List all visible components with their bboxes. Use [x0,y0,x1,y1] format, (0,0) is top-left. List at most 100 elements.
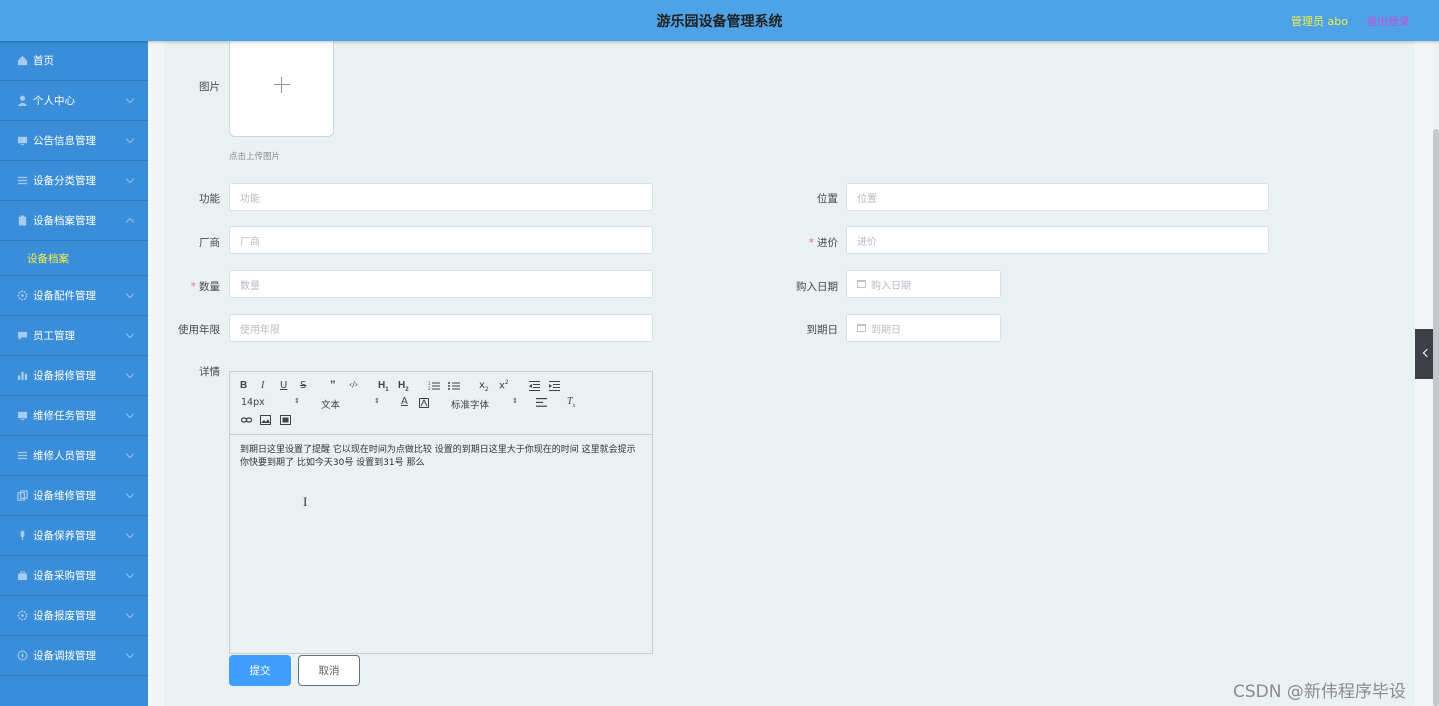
bullet-list-icon[interactable] [448,381,460,391]
expiry-date-label: 到期日 [806,324,839,336]
subscript-button[interactable]: x2 [479,380,489,393]
sidebar-item-repair-task[interactable]: 维修任务管理 [0,396,148,436]
calendar-icon [857,324,866,332]
briefcase-icon [17,571,28,581]
link-icon[interactable] [241,415,252,425]
superscript-button[interactable]: x2 [499,379,509,391]
sidebar-item-label: 设备维修管理 [33,490,96,502]
home-icon [17,55,28,66]
sidebar-item-notice[interactable]: 公告信息管理 [0,121,148,161]
sidebar-item-staff[interactable]: 员工管理 [0,316,148,356]
vendor-label: 厂商 [199,237,220,249]
font-family-select[interactable]: 标准字体 ⇕ [451,397,519,411]
chevron-left-icon [1422,348,1432,358]
purchase-date-picker[interactable]: 购入日期 [846,270,1001,298]
sidebar-item-transfer[interactable]: 设备调拨管理 [0,636,148,676]
editor-content[interactable]: 到期日这里设置了提醒 它以现在时间为点做比较 设置的到期日这里大于你现在的时间 … [240,444,642,470]
vendor-input[interactable]: 厂商 [229,226,653,254]
select-arrow-icon: ⇕ [374,397,380,405]
service-life-input[interactable]: 使用年限 [229,314,653,342]
scrollbar[interactable] [1433,41,1439,706]
copy-icon [17,490,28,501]
sidebar-item-label: 设备报修管理 [33,370,96,382]
chevron-down-icon [125,609,135,619]
blockquote-button[interactable]: ” [330,379,336,391]
list-icon [17,451,28,460]
clear-format-button[interactable]: Tx [567,396,575,409]
header2-button[interactable]: H2 [398,380,409,393]
sidebar-item-label: 员工管理 [33,330,75,342]
sidebar-item-label: 设备报废管理 [33,610,96,622]
sidebar-item-label: 首页 [33,55,54,67]
sidebar-item-purchase[interactable]: 设备采购管理 [0,556,148,596]
function-input[interactable]: 功能 [229,183,653,211]
ordered-list-icon[interactable]: 12 [428,381,440,391]
sidebar-item-repair[interactable]: 设备维修管理 [0,476,148,516]
sidebar-item-repair-staff[interactable]: 维修人员管理 [0,436,148,476]
form-panel: 图片 点击上传图片 功能 功能 位置 位置 厂商 厂商 * 进价 进价 * 数量 数… [164,41,1415,706]
text-cursor-icon: I [303,494,308,509]
scrollbar-thumb[interactable] [1433,129,1439,706]
background-color-icon[interactable] [419,398,429,408]
font-size-select[interactable]: 14px ⇕ [241,397,301,408]
sidebar-subitem-archive[interactable]: 设备档案 [0,241,148,276]
top-bar: 游乐园设备管理系统 管理员 abo 退出登录 [0,0,1439,41]
sidebar-item-repair-request[interactable]: 设备报修管理 [0,356,148,396]
sidebar-item-scrap[interactable]: 设备报废管理 [0,596,148,636]
sidebar-item-label: 设备分类管理 [33,175,96,187]
chevron-up-icon [125,217,135,227]
sidebar-item-personal[interactable]: 个人中心 [0,81,148,121]
sidebar-item-label: 公告信息管理 [33,135,96,147]
chevron-down-icon [125,449,135,459]
bold-button[interactable]: B [240,380,247,391]
quantity-input[interactable]: 数量 [229,270,653,298]
indent-icon[interactable] [549,381,560,391]
sidebar-item-label: 设备配件管理 [33,290,96,302]
font-color-button[interactable]: A [401,396,408,407]
rich-text-editor: B I U S ” ‹/› H1 H2 12 x2 x2 14px ⇕ 文本 ⇕ A… [229,371,653,654]
watermark: CSDN @新伟程序毕设 [1233,682,1406,702]
main-content: 图片 点击上传图片 功能 功能 位置 位置 厂商 厂商 * 进价 进价 * 数量 数… [148,41,1439,706]
header1-button[interactable]: H1 [378,380,389,393]
submit-button[interactable]: 提交 [229,655,291,686]
sidebar-item-label: 维修人员管理 [33,450,96,462]
list-icon [17,176,28,185]
monitor-icon [17,136,28,146]
chevron-down-icon [125,94,135,104]
sidebar-item-home[interactable]: 首页 [0,41,148,81]
user-icon [17,95,28,106]
image-icon[interactable] [260,415,271,425]
chevron-down-icon [125,409,135,419]
cancel-button[interactable]: 取消 [298,655,360,686]
sidebar-item-parts[interactable]: 设备配件管理 [0,276,148,316]
underline-button[interactable]: U [280,380,287,391]
sidebar-item-category[interactable]: 设备分类管理 [0,161,148,201]
price-input[interactable]: 进价 [846,226,1269,254]
chevron-down-icon [125,134,135,144]
align-icon[interactable] [536,398,547,407]
clipboard-icon [18,215,27,226]
image-upload[interactable] [229,41,334,137]
quantity-label: * 数量 [190,281,220,293]
outdent-icon[interactable] [529,381,540,391]
sidebar-item-label: 个人中心 [33,95,75,107]
video-icon[interactable] [280,415,291,425]
expiry-date-picker[interactable]: 到期日 [846,314,1001,342]
code-block-button[interactable]: ‹/› [349,380,358,389]
sidebar-item-maintenance[interactable]: 设备保养管理 [0,516,148,556]
location-input[interactable]: 位置 [846,183,1269,211]
logout-link[interactable]: 退出登录 [1366,13,1410,29]
chevron-down-icon [125,174,135,184]
service-life-label: 使用年限 [178,324,220,336]
image-label: 图片 [199,81,220,93]
sidebar-item-archive[interactable]: 设备档案管理 [0,201,148,241]
text-style-select[interactable]: 文本 ⇕ [321,397,381,411]
chat-icon [17,331,28,341]
chart-icon [17,371,28,381]
strike-button[interactable]: S [300,380,306,391]
app-title: 游乐园设备管理系统 [656,14,783,30]
chevron-down-icon [125,329,135,339]
chevron-down-icon [125,489,135,499]
italic-button[interactable]: I [261,380,264,391]
calendar-icon [857,280,866,288]
